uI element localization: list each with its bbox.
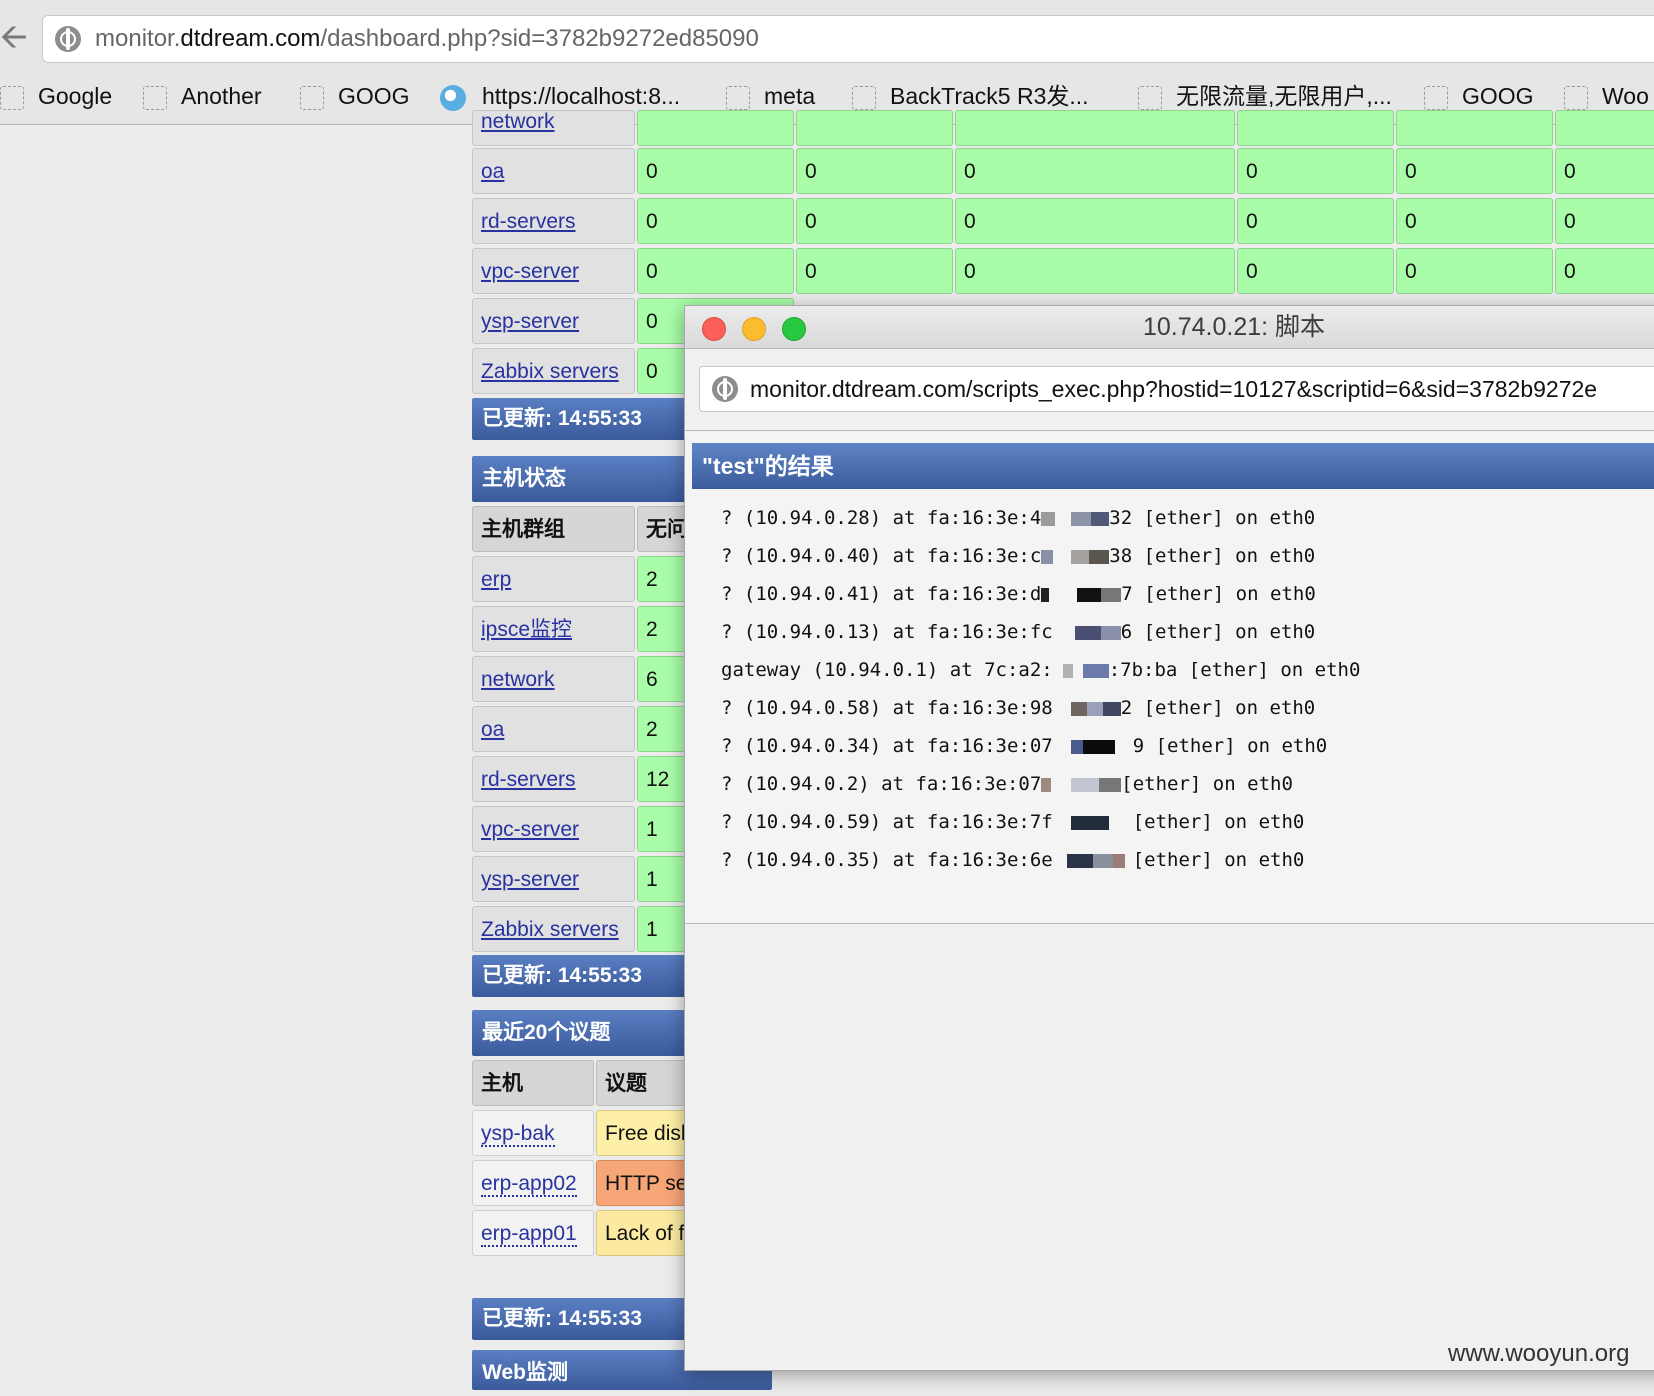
output-line: ? (10.94.0.35) at fa:16:3e:6e [ether] on … <box>721 849 1305 871</box>
table-row-label[interactable]: Zabbix servers <box>472 348 635 394</box>
redacted-mask <box>1052 701 1121 716</box>
redacted-mask <box>1052 739 1133 754</box>
issue-host-link[interactable]: ysp-bak <box>472 1110 594 1156</box>
bookmark-another[interactable]: Another <box>143 80 262 112</box>
output-line: ? (10.94.0.2) at fa:16:3e:07 [ether] on e… <box>721 773 1293 795</box>
bookmark-backtrack[interactable]: BackTrack5 R3发... <box>852 80 1089 112</box>
folder-icon <box>852 85 876 110</box>
issue-host-link[interactable]: erp-app02 <box>472 1160 594 1206</box>
table-cell: 0 <box>955 198 1235 244</box>
issue-host-link[interactable]: erp-app01 <box>472 1210 594 1256</box>
cell-green <box>796 110 953 146</box>
host-group-link[interactable]: rd-servers <box>472 756 635 802</box>
table-cell: 0 <box>637 248 794 294</box>
redacted-mask <box>1052 815 1133 830</box>
table-cell: 0 <box>637 148 794 194</box>
cell-green <box>637 110 794 146</box>
table-cell: 0 <box>955 248 1235 294</box>
script-output-panel: "test"的结果 ? (10.94.0.28) at fa:16:3e:4 32… <box>685 430 1654 924</box>
table-cell: 0 <box>1555 248 1654 294</box>
table-cell: 0 <box>796 198 953 244</box>
redacted-mask <box>1041 587 1122 602</box>
host-group-link[interactable]: oa <box>472 706 635 752</box>
address-bar[interactable]: monitor.dtdream.com/dashboard.php?sid=37… <box>42 15 1654 63</box>
back-arrow-icon[interactable]: 🡨 <box>0 20 30 54</box>
host-group-link[interactable]: ipsce监控 <box>472 606 635 652</box>
folder-icon <box>0 85 24 110</box>
host-group-link[interactable]: Zabbix servers <box>472 906 635 952</box>
table-cell: 0 <box>1396 198 1553 244</box>
redacted-mask <box>1052 625 1121 640</box>
bookmark-meta[interactable]: meta <box>726 80 815 112</box>
output-line: ? (10.94.0.40) at fa:16:3e:c 38 [ether] o… <box>721 545 1316 567</box>
folder-icon <box>1424 85 1448 110</box>
host-group-link[interactable]: ysp-server <box>472 856 635 902</box>
output-line: ? (10.94.0.58) at fa:16:3e:98 2 [ether] o… <box>721 697 1316 719</box>
globe-icon <box>712 376 738 402</box>
bookmark-goog[interactable]: GOOG <box>300 80 410 112</box>
output-line: ? (10.94.0.34) at fa:16:3e:07 9 [ether] o… <box>721 735 1328 757</box>
window-title: 10.74.0.21: 脚本 <box>1143 313 1326 341</box>
window-titlebar[interactable]: 10.74.0.21: 脚本 <box>685 306 1654 349</box>
table-cell: 0 <box>796 248 953 294</box>
redacted-mask <box>1052 663 1109 678</box>
folder-icon <box>1564 85 1588 110</box>
table-cell: 0 <box>637 198 794 244</box>
popup-address-bar[interactable]: monitor.dtdream.com/scripts_exec.php?hos… <box>699 366 1654 412</box>
cell-green <box>1396 110 1553 146</box>
cell-green <box>1237 110 1394 146</box>
browser-toolbar: 🡨 monitor.dtdream.com/dashboard.php?sid=… <box>0 0 1654 125</box>
bookmark-google[interactable]: Google <box>0 80 112 112</box>
globe-icon <box>55 26 81 52</box>
table-row-label[interactable]: oa <box>472 148 635 194</box>
folder-icon <box>143 85 167 110</box>
cell-green <box>1555 110 1654 146</box>
table-cell: 0 <box>955 148 1235 194</box>
table-cell: 0 <box>1555 148 1654 194</box>
host-group-link[interactable]: erp <box>472 556 635 602</box>
table-cell: 0 <box>1237 248 1394 294</box>
address-text[interactable]: monitor.dtdream.com/dashboard.php?sid=37… <box>95 16 759 62</box>
redacted-mask <box>1052 853 1133 868</box>
table-row-label[interactable]: rd-servers <box>472 198 635 244</box>
popup-address-text[interactable]: monitor.dtdream.com/scripts_exec.php?hos… <box>750 367 1597 411</box>
folder-icon <box>1138 85 1162 110</box>
table-cell: 0 <box>1237 148 1394 194</box>
redacted-mask <box>1041 549 1110 564</box>
redacted-mask <box>1041 511 1110 526</box>
bookmark-woo[interactable]: Woo <box>1564 80 1649 112</box>
table-cell: 0 <box>1555 198 1654 244</box>
table-cell: 0 <box>796 148 953 194</box>
maximize-window-icon[interactable] <box>782 317 806 341</box>
output-line: ? (10.94.0.28) at fa:16:3e:4 32 [ether] o… <box>721 507 1316 529</box>
output-line: gateway (10.94.0.1) at 7c:a2::7b:ba [eth… <box>721 659 1361 681</box>
redacted-mask <box>1041 777 1122 792</box>
table-cell: 0 <box>1237 198 1394 244</box>
column-header-host[interactable]: 主机 <box>472 1060 594 1106</box>
table-row-label[interactable]: vpc-server <box>472 248 635 294</box>
folder-icon <box>300 85 324 110</box>
output-line: ? (10.94.0.13) at fa:16:3e:fc 6 [ether] o… <box>721 621 1316 643</box>
folder-icon <box>726 85 750 110</box>
column-header-group[interactable]: 主机群组 <box>472 506 635 552</box>
host-group-link[interactable]: network <box>472 656 635 702</box>
bookmark-localhost[interactable]: https://localhost:8... <box>440 80 680 112</box>
table-cell: 0 <box>1396 148 1553 194</box>
bookmark-unlimited[interactable]: 无限流量,无限用户,... <box>1138 80 1392 112</box>
host-group-link[interactable]: vpc-server <box>472 806 635 852</box>
table-cell: 0 <box>1396 248 1553 294</box>
close-window-icon[interactable] <box>702 317 726 341</box>
table-row-label[interactable]: network <box>472 110 635 146</box>
output-line: ? (10.94.0.41) at fa:16:3e:d 7 [ether] on… <box>721 583 1316 605</box>
bookmark-goog-2[interactable]: GOOG <box>1424 80 1534 112</box>
minimize-window-icon[interactable] <box>742 317 766 341</box>
site-favicon-icon <box>440 84 466 111</box>
cell-green <box>955 110 1235 146</box>
result-title: "test"的结果 <box>692 443 1654 489</box>
watermark: www.wooyun.org <box>1448 1340 1630 1367</box>
script-result-window: 10.74.0.21: 脚本 monitor.dtdream.com/scrip… <box>684 305 1654 1371</box>
table-row-label[interactable]: ysp-server <box>472 298 635 344</box>
output-line: ? (10.94.0.59) at fa:16:3e:7f [ether] on … <box>721 811 1305 833</box>
